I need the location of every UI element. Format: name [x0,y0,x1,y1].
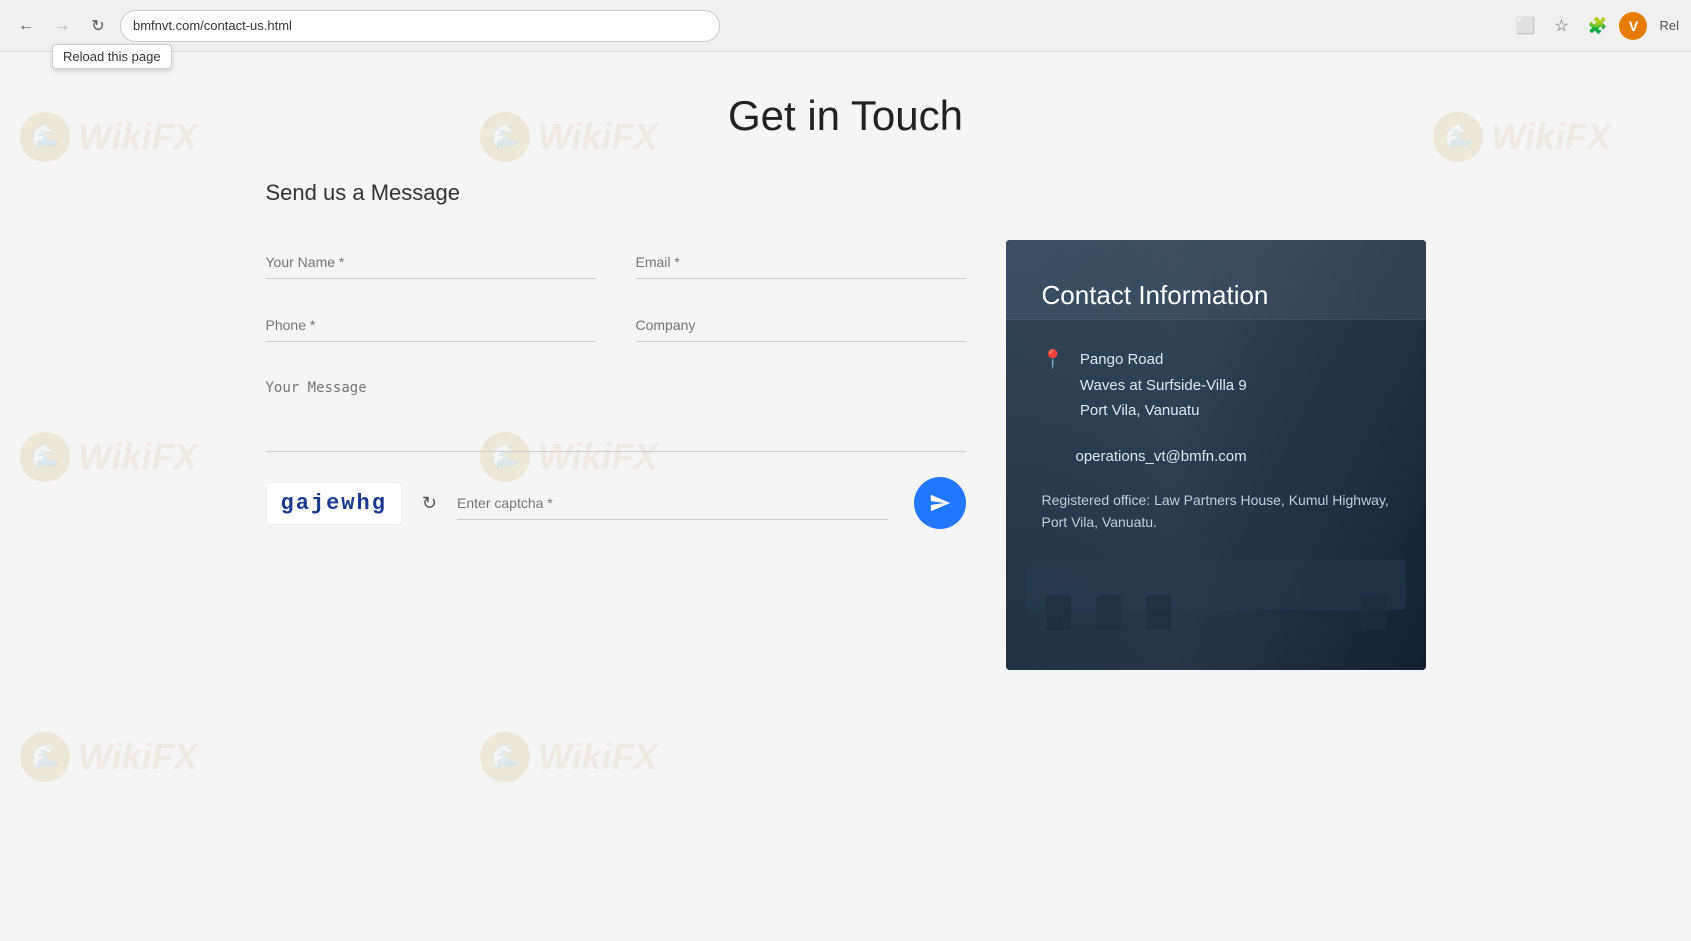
email-text: operations_vt@bmfn.com [1076,448,1390,465]
main-layout: Send us a Message [146,180,1546,670]
extensions-icon[interactable]: 🧩 [1583,12,1611,40]
address-bar[interactable]: bmfnvt.com/contact-us.html [120,10,720,42]
send-icon [929,492,951,514]
message-field-container [266,372,966,457]
captcha-row: gajewhg ↻ [266,477,966,529]
cast-icon[interactable]: ⬜ [1511,12,1539,40]
watermark-6: 🌊 WikiFX [20,732,198,782]
url-text: bmfnvt.com/contact-us.html [133,18,292,33]
submit-button[interactable] [914,477,966,529]
address-item: 📍 Pango Road Waves at Surfside-Villa 9 P… [1042,347,1390,424]
company-input[interactable] [636,309,966,342]
forward-button[interactable]: → [48,12,76,40]
name-field [266,246,596,279]
message-textarea[interactable] [266,372,966,452]
form-title: Send us a Message [266,180,966,206]
phone-input[interactable] [266,309,596,342]
contact-info-card: Contact Information 📍 Pango Road Waves a… [1006,240,1426,670]
location-icon: 📍 [1042,349,1064,370]
registered-office-text: Registered office: Law Partners House, K… [1042,489,1390,534]
browser-icons: ⬜ ☆ 🧩 V Rel [1511,12,1679,40]
contact-card-title: Contact Information [1042,280,1390,311]
watermark-7: 🌊 WikiFX [480,732,658,782]
captcha-image: gajewhg [266,482,402,525]
page-content: 🌊 WikiFX 🌊 WikiFX 🌊 WikiFX 🌊 WikiFX 🌊 Wi… [0,52,1691,941]
reload-tooltip: Reload this page [52,44,172,69]
captcha-input[interactable] [457,487,887,520]
address-text: Pango Road Waves at Surfside-Villa 9 Por… [1080,347,1247,424]
captcha-refresh-button[interactable]: ↻ [418,489,441,518]
contact-card-content: Contact Information 📍 Pango Road Waves a… [1006,240,1426,573]
browser-bar: ← → ↻ bmfnvt.com/contact-us.html ⬜ ☆ 🧩 V… [0,0,1691,52]
bookmark-icon[interactable]: ☆ [1547,12,1575,40]
page-title: Get in Touch [0,92,1691,140]
back-button[interactable]: ← [12,12,40,40]
rel-label: Rel [1659,18,1679,33]
page-inner: Get in Touch Send us a Message [0,52,1691,710]
name-input[interactable] [266,246,596,279]
email-field [636,246,966,279]
form-section: Send us a Message [266,180,966,670]
phone-field [266,309,596,342]
phone-company-row [266,309,966,342]
profile-avatar[interactable]: V [1619,12,1647,40]
name-email-row [266,246,966,279]
company-field [636,309,966,342]
email-input[interactable] [636,246,966,279]
page-title-section: Get in Touch [0,92,1691,140]
reload-button[interactable]: ↻ [84,12,112,40]
